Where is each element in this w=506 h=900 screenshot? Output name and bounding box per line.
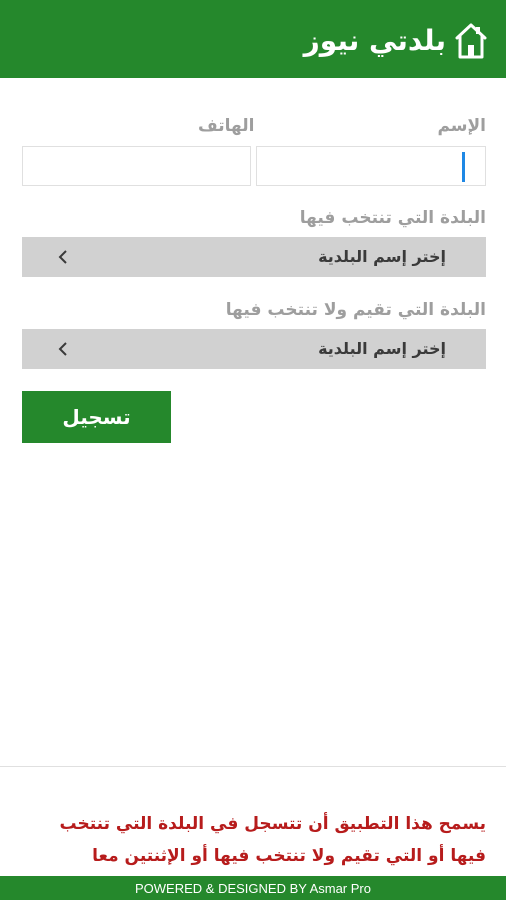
phone-label: الهاتف (198, 116, 255, 136)
notice-line-1: يسمح هذا التطبيق أن تتسجل في البلدة التي… (59, 814, 486, 834)
notice-line-2: فيها أو التي تقيم ولا تنتخب فيها أو الإث… (92, 846, 486, 866)
notice-text: يسمح هذا التطبيق أن تتسجل في البلدة التي… (20, 808, 486, 872)
chevron-left-icon (58, 250, 67, 264)
app-logo: بلدتي نيوز (304, 20, 488, 62)
chevron-left-icon (58, 342, 67, 356)
text-cursor (462, 152, 465, 182)
name-field[interactable] (256, 146, 486, 186)
vote-town-select[interactable]: إختر إسم البلدية (22, 237, 486, 277)
register-button[interactable]: تسجيل (22, 391, 171, 443)
house-logo-icon (455, 23, 487, 59)
residence-town-select[interactable]: إختر إسم البلدية (22, 329, 486, 369)
vote-town-selected-value: إختر إسم البلدية (318, 247, 446, 266)
footer-credit: POWERED & DESIGNED BY Asmar Pro (0, 876, 506, 900)
vote-town-label: البلدة التي تنتخب فيها (299, 208, 486, 228)
residence-town-selected-value: إختر إسم البلدية (318, 339, 446, 358)
app-header: بلدتي نيوز (0, 0, 506, 78)
phone-field[interactable] (22, 146, 251, 186)
name-label: الإسم (437, 116, 486, 136)
residence-town-label: البلدة التي تقيم ولا تنتخب فيها (225, 300, 486, 320)
divider (0, 766, 506, 767)
app-title: بلدتي نيوز (303, 24, 446, 57)
